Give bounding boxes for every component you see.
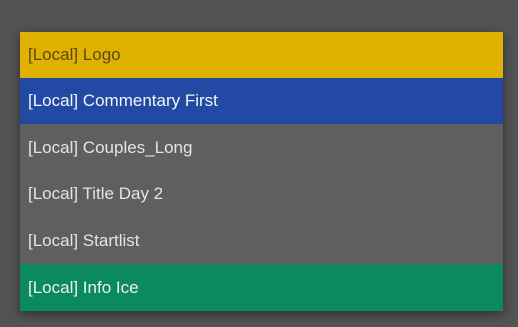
list-item-title-day-2[interactable]: [Local] Title Day 2 [20,171,503,217]
list-item-info-ice[interactable]: [Local] Info Ice [20,264,503,311]
graphics-list-panel: [Local] Logo [Local] Commentary First [L… [20,32,503,311]
list-item-startlist[interactable]: [Local] Startlist [20,218,503,264]
list-item-couples-long[interactable]: [Local] Couples_Long [20,125,503,171]
list-item-commentary-first[interactable]: [Local] Commentary First [20,78,503,124]
list-item-logo[interactable]: [Local] Logo [20,32,503,78]
